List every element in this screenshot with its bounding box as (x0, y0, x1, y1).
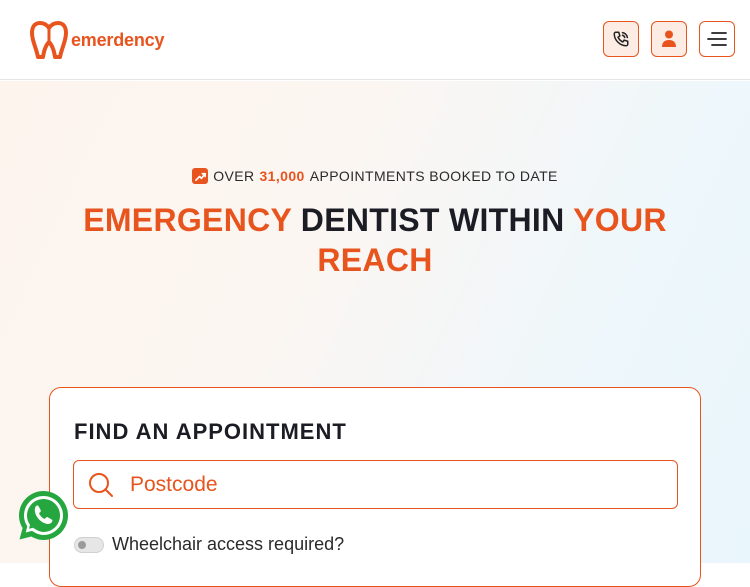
trend-up-icon (192, 168, 209, 184)
appointments-stat: OVER 31,000 APPOINTMENTS BOOKED TO DATE (0, 168, 750, 184)
account-button[interactable] (651, 21, 687, 57)
page-headline: EMERGENCY DENTIST WITHIN YOUR REACH (50, 200, 700, 280)
site-header: emerdency (0, 0, 750, 80)
phone-icon (613, 31, 629, 47)
whatsapp-icon (19, 491, 68, 540)
search-icon (89, 472, 113, 497)
headline-reach: REACH (317, 242, 433, 278)
wheelchair-option[interactable]: Wheelchair access required? (74, 534, 344, 555)
stat-suffix: APPOINTMENTS BOOKED TO DATE (309, 168, 558, 184)
tooth-logo-icon (30, 21, 68, 59)
wheelchair-toggle[interactable] (74, 536, 104, 553)
menu-button[interactable] (699, 21, 735, 57)
postcode-search[interactable] (73, 460, 678, 509)
brand-name: emerdency (71, 29, 165, 50)
whatsapp-button[interactable] (16, 488, 71, 543)
menu-icon (707, 32, 727, 46)
brand-logo[interactable]: emerdency (30, 20, 164, 60)
toggle-knob (78, 540, 86, 549)
postcode-input[interactable] (130, 472, 630, 497)
user-icon (662, 30, 676, 47)
wheelchair-label: Wheelchair access required? (112, 534, 345, 554)
stat-number: 31,000 (259, 168, 305, 184)
stat-prefix: OVER (213, 168, 255, 184)
appointment-finder-card: FIND AN APPOINTMENT Wheelchair access re… (49, 387, 701, 587)
finder-title: FIND AN APPOINTMENT (74, 419, 347, 444)
headline-dentist-within: DENTIST WITHIN (300, 202, 565, 238)
call-button[interactable] (603, 21, 639, 57)
headline-emergency: EMERGENCY (83, 202, 292, 238)
headline-your: YOUR (573, 202, 667, 238)
